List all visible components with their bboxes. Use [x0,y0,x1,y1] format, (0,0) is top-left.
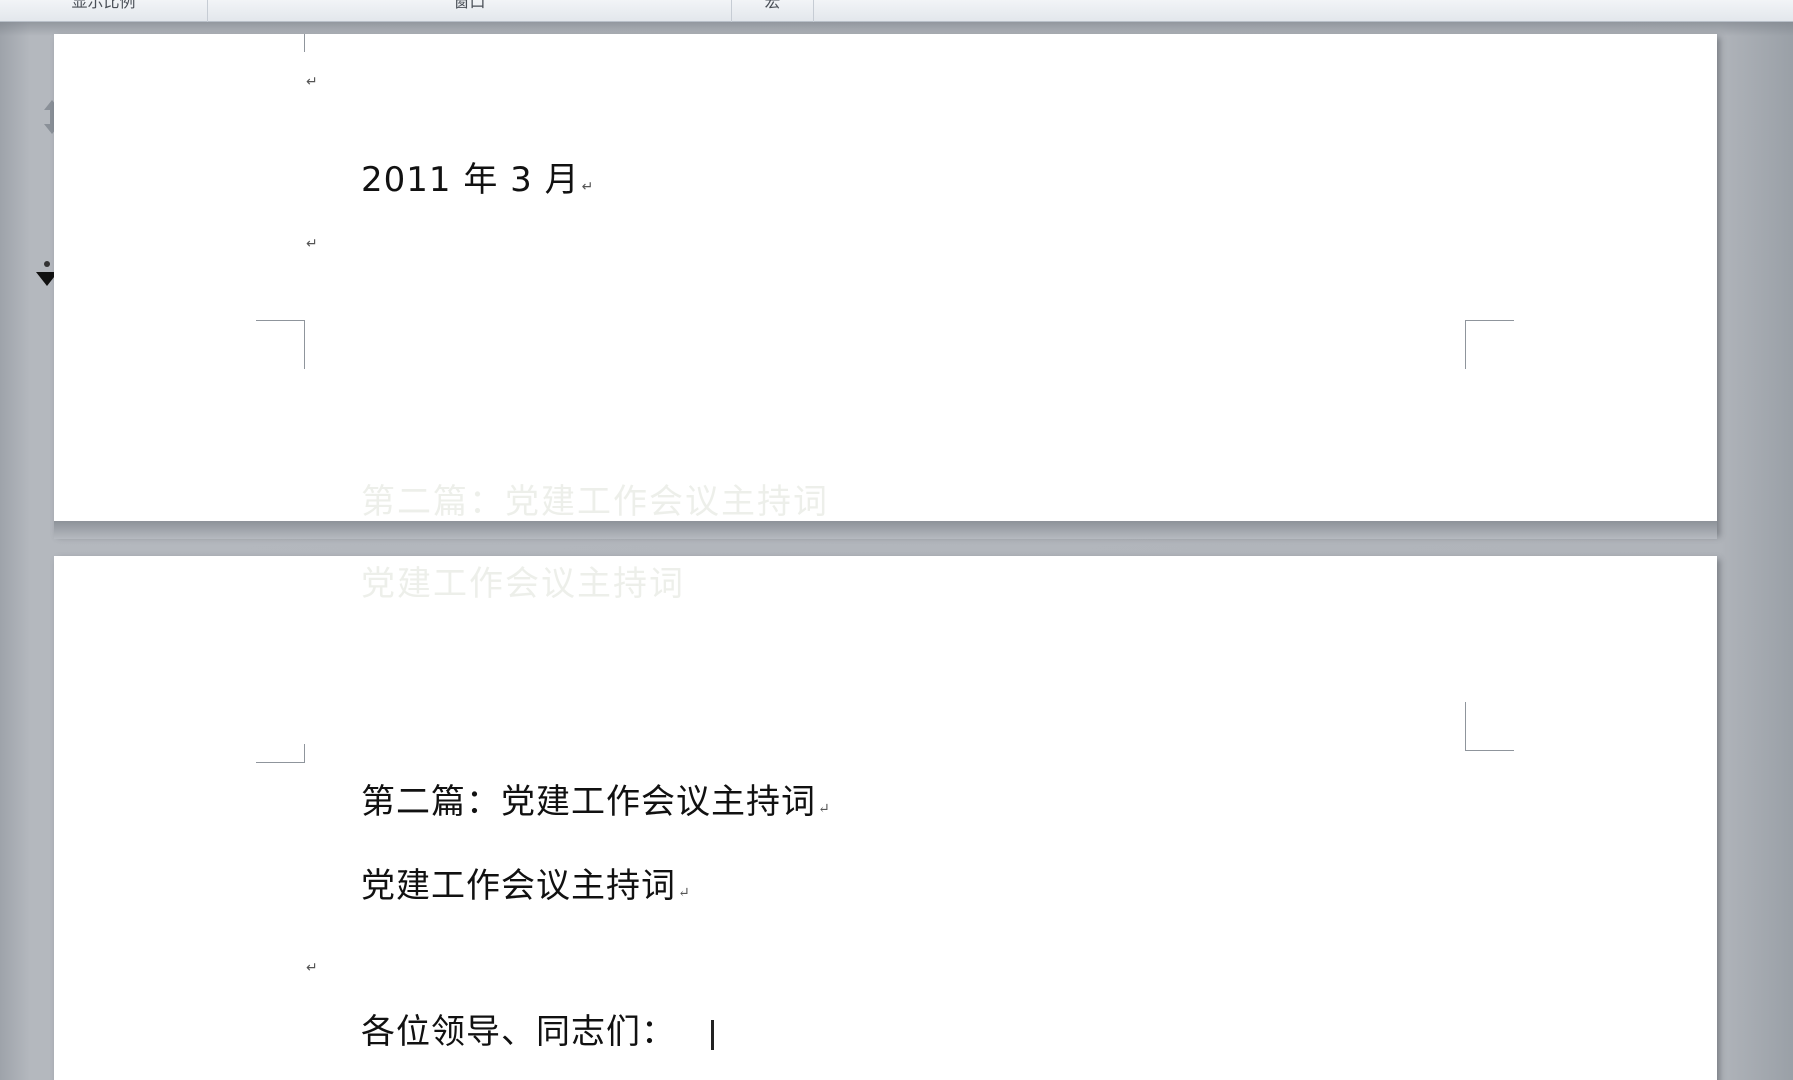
greeting-paragraph[interactable]: 各位领导、同志们： [361,1004,676,1053]
title-text: 党建工作会议主持词 [361,866,676,906]
ribbon-group-zoom[interactable]: 显示比例 [0,0,208,22]
crop-mark-top-left [256,744,305,763]
paragraph-mark: ↵ [818,801,831,817]
ghost-text-title: 党建工作会议主持词 [361,564,685,604]
ribbon-group-zoom-label: 显示比例 [71,0,136,11]
heading-paragraph[interactable]: 第二篇：党建工作会议主持词 ↵ [361,774,831,823]
greeting-text: 各位领导、同志们： [361,1012,676,1052]
empty-paragraph-mark: ↵ [306,74,318,90]
paragraph-mark: ↵ [678,885,691,901]
margin-corner-mark [304,34,306,52]
date-paragraph[interactable]: 2011 年 3 月 ↵ [361,152,594,201]
ribbon-group-window-label: 窗口 [453,0,486,11]
document-page-2[interactable]: 党建工作会议主持词 第二篇：党建工作会议主持词 ↵ 党建工作会议主持词 ↵ ↵ 各位… [54,556,1717,1080]
empty-paragraph-mark: ↵ [306,960,318,976]
ribbon-group-macros-label: 宏 [764,0,781,11]
document-workspace[interactable]: 显示比例 窗口 宏 ↵ 2011 年 3 月 ↵ ↵ 第二篇：党建工作会议主持词… [0,0,1793,1080]
ribbon-group-window[interactable]: 窗口 [208,0,732,22]
text-cursor [711,1020,714,1050]
crop-mark-bottom-left [256,320,305,369]
empty-paragraph-mark: ↵ [306,236,318,252]
ribbon-group-macros[interactable]: 宏 [732,0,814,22]
ribbon-group-label-bar: 显示比例 窗口 宏 [0,0,1793,22]
ghost-text-heading: 第二篇：党建工作会议主持词 [361,482,829,522]
crop-mark-top-right [1465,702,1514,751]
document-page-1[interactable]: ↵ 2011 年 3 月 ↵ ↵ 第二篇：党建工作会议主持词 [54,34,1717,534]
page-break-gap [54,521,1717,539]
crop-mark-bottom-right [1465,320,1514,369]
date-text: 2011 年 3 月 [361,160,580,200]
paragraph-mark: ↵ [581,179,595,195]
title-paragraph[interactable]: 党建工作会议主持词 ↵ [361,858,691,907]
heading-text: 第二篇：党建工作会议主持词 [361,782,816,822]
